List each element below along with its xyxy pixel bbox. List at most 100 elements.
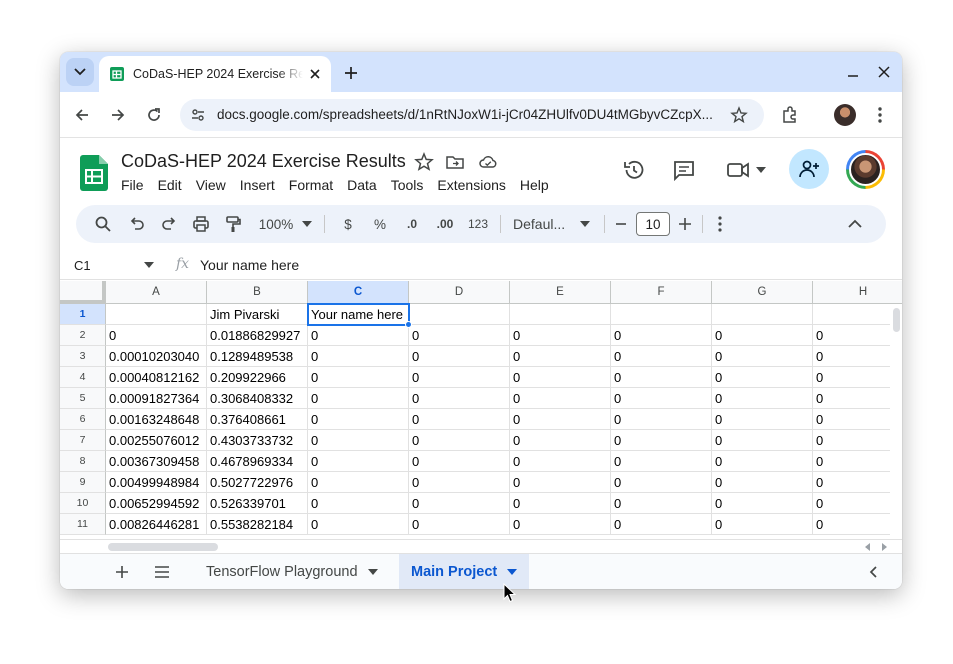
cell-h10[interactable]: 0 — [813, 493, 902, 514]
column-header-g[interactable]: G — [712, 281, 813, 304]
more-vert-icon[interactable] — [872, 105, 888, 125]
vertical-scrollbar[interactable] — [890, 304, 902, 542]
site-info-icon[interactable] — [190, 107, 206, 123]
spreadsheet-grid[interactable]: A B C D E F G H 1 Jim Pivarski Your name here 2 0 0.0… — [60, 281, 902, 542]
cell-h1[interactable] — [813, 304, 902, 325]
cell-d6[interactable]: 0 — [409, 409, 510, 430]
cell-f7[interactable]: 0 — [611, 430, 712, 451]
caret-down-icon[interactable] — [580, 214, 590, 234]
currency-format-button[interactable]: $ — [339, 214, 357, 234]
account-avatar[interactable] — [846, 150, 885, 189]
row-header-2[interactable]: 2 — [60, 325, 106, 346]
decrease-decimal-button[interactable]: .0 — [400, 214, 424, 234]
chevron-up-icon[interactable] — [848, 214, 862, 234]
window-close-button[interactable] — [876, 64, 892, 80]
cell-h3[interactable]: 0 — [813, 346, 902, 367]
row-header-7[interactable]: 7 — [60, 430, 106, 451]
column-header-c[interactable]: C — [308, 281, 409, 304]
menu-file[interactable]: File — [121, 177, 151, 193]
cell-f3[interactable]: 0 — [611, 346, 712, 367]
cell-c1[interactable]: Your name here — [308, 304, 409, 325]
vertical-scroll-thumb[interactable] — [893, 308, 900, 332]
cell-g2[interactable]: 0 — [712, 325, 813, 346]
menu-extensions[interactable]: Extensions — [437, 177, 512, 193]
column-header-e[interactable]: E — [510, 281, 611, 304]
horizontal-scrollbar[interactable] — [60, 539, 902, 553]
column-header-b[interactable]: B — [207, 281, 308, 304]
cell-b4[interactable]: 0.209922966 — [207, 367, 308, 388]
cell-d7[interactable]: 0 — [409, 430, 510, 451]
cell-g3[interactable]: 0 — [712, 346, 813, 367]
reload-button[interactable] — [144, 105, 164, 125]
cell-f1[interactable] — [611, 304, 712, 325]
cell-c10[interactable]: 0 — [308, 493, 409, 514]
cell-h11[interactable]: 0 — [813, 514, 902, 535]
fill-handle[interactable] — [405, 321, 412, 328]
extensions-puzzle-icon[interactable] — [780, 105, 800, 125]
cell-c2[interactable]: 0 — [308, 325, 409, 346]
cell-e3[interactable]: 0 — [510, 346, 611, 367]
sheets-logo-icon[interactable] — [80, 155, 108, 191]
cell-c3[interactable]: 0 — [308, 346, 409, 367]
cell-f5[interactable]: 0 — [611, 388, 712, 409]
horizontal-scroll-thumb[interactable] — [108, 543, 218, 551]
cell-d4[interactable]: 0 — [409, 367, 510, 388]
row-header-8[interactable]: 8 — [60, 451, 106, 472]
add-sheet-button[interactable] — [112, 562, 132, 582]
cell-a11[interactable]: 0.00826446281 — [106, 514, 207, 535]
cell-h9[interactable]: 0 — [813, 472, 902, 493]
cell-h2[interactable]: 0 — [813, 325, 902, 346]
formula-input[interactable]: Your name here — [200, 257, 299, 273]
cell-b8[interactable]: 0.4678969334 — [207, 451, 308, 472]
cell-a3[interactable]: 0.00010203040 — [106, 346, 207, 367]
print-icon[interactable] — [192, 214, 210, 234]
share-button[interactable] — [789, 149, 829, 189]
row-header-11[interactable]: 11 — [60, 514, 106, 535]
menu-tools[interactable]: Tools — [391, 177, 431, 193]
cell-c9[interactable]: 0 — [308, 472, 409, 493]
cell-g11[interactable]: 0 — [712, 514, 813, 535]
cell-h6[interactable]: 0 — [813, 409, 902, 430]
cell-b9[interactable]: 0.5027722976 — [207, 472, 308, 493]
cell-h5[interactable]: 0 — [813, 388, 902, 409]
cell-d9[interactable]: 0 — [409, 472, 510, 493]
comments-button[interactable] — [671, 157, 697, 183]
cell-a8[interactable]: 0.00367309458 — [106, 451, 207, 472]
cell-e1[interactable] — [510, 304, 611, 325]
cell-b2[interactable]: 0.01886829927 — [207, 325, 308, 346]
cell-e5[interactable]: 0 — [510, 388, 611, 409]
cell-d1[interactable] — [409, 304, 510, 325]
cell-f11[interactable]: 0 — [611, 514, 712, 535]
menu-data[interactable]: Data — [347, 177, 384, 193]
column-header-f[interactable]: F — [611, 281, 712, 304]
cell-c11[interactable]: 0 — [308, 514, 409, 535]
cell-g6[interactable]: 0 — [712, 409, 813, 430]
window-minimize-button[interactable] — [845, 64, 861, 80]
cell-g10[interactable]: 0 — [712, 493, 813, 514]
version-history-button[interactable] — [621, 157, 647, 183]
cell-f10[interactable]: 0 — [611, 493, 712, 514]
cell-b5[interactable]: 0.3068408332 — [207, 388, 308, 409]
cell-c8[interactable]: 0 — [308, 451, 409, 472]
row-header-3[interactable]: 3 — [60, 346, 106, 367]
cell-h8[interactable]: 0 — [813, 451, 902, 472]
cell-d5[interactable]: 0 — [409, 388, 510, 409]
minus-icon[interactable] — [614, 214, 628, 234]
browser-tab-active[interactable]: CoDaS-HEP 2024 Exercise Results - Google… — [99, 56, 331, 92]
scroll-right-icon[interactable] — [880, 543, 888, 551]
row-header-1[interactable]: 1 — [60, 304, 106, 325]
address-bar[interactable]: docs.google.com/spreadsheets/d/1nRtNJoxW… — [180, 99, 764, 131]
cell-a4[interactable]: 0.00040812162 — [106, 367, 207, 388]
meet-button[interactable] — [724, 157, 768, 183]
chevron-left-icon[interactable] — [866, 564, 882, 580]
undo-icon[interactable] — [128, 214, 146, 234]
font-size-input[interactable]: 10 — [636, 212, 670, 236]
back-button[interactable] — [72, 105, 92, 125]
cell-a1[interactable] — [106, 304, 207, 325]
new-tab-button[interactable] — [340, 62, 362, 84]
cell-a7[interactable]: 0.00255076012 — [106, 430, 207, 451]
cell-g7[interactable]: 0 — [712, 430, 813, 451]
cell-e10[interactable]: 0 — [510, 493, 611, 514]
cell-b6[interactable]: 0.376408661 — [207, 409, 308, 430]
cell-g9[interactable]: 0 — [712, 472, 813, 493]
